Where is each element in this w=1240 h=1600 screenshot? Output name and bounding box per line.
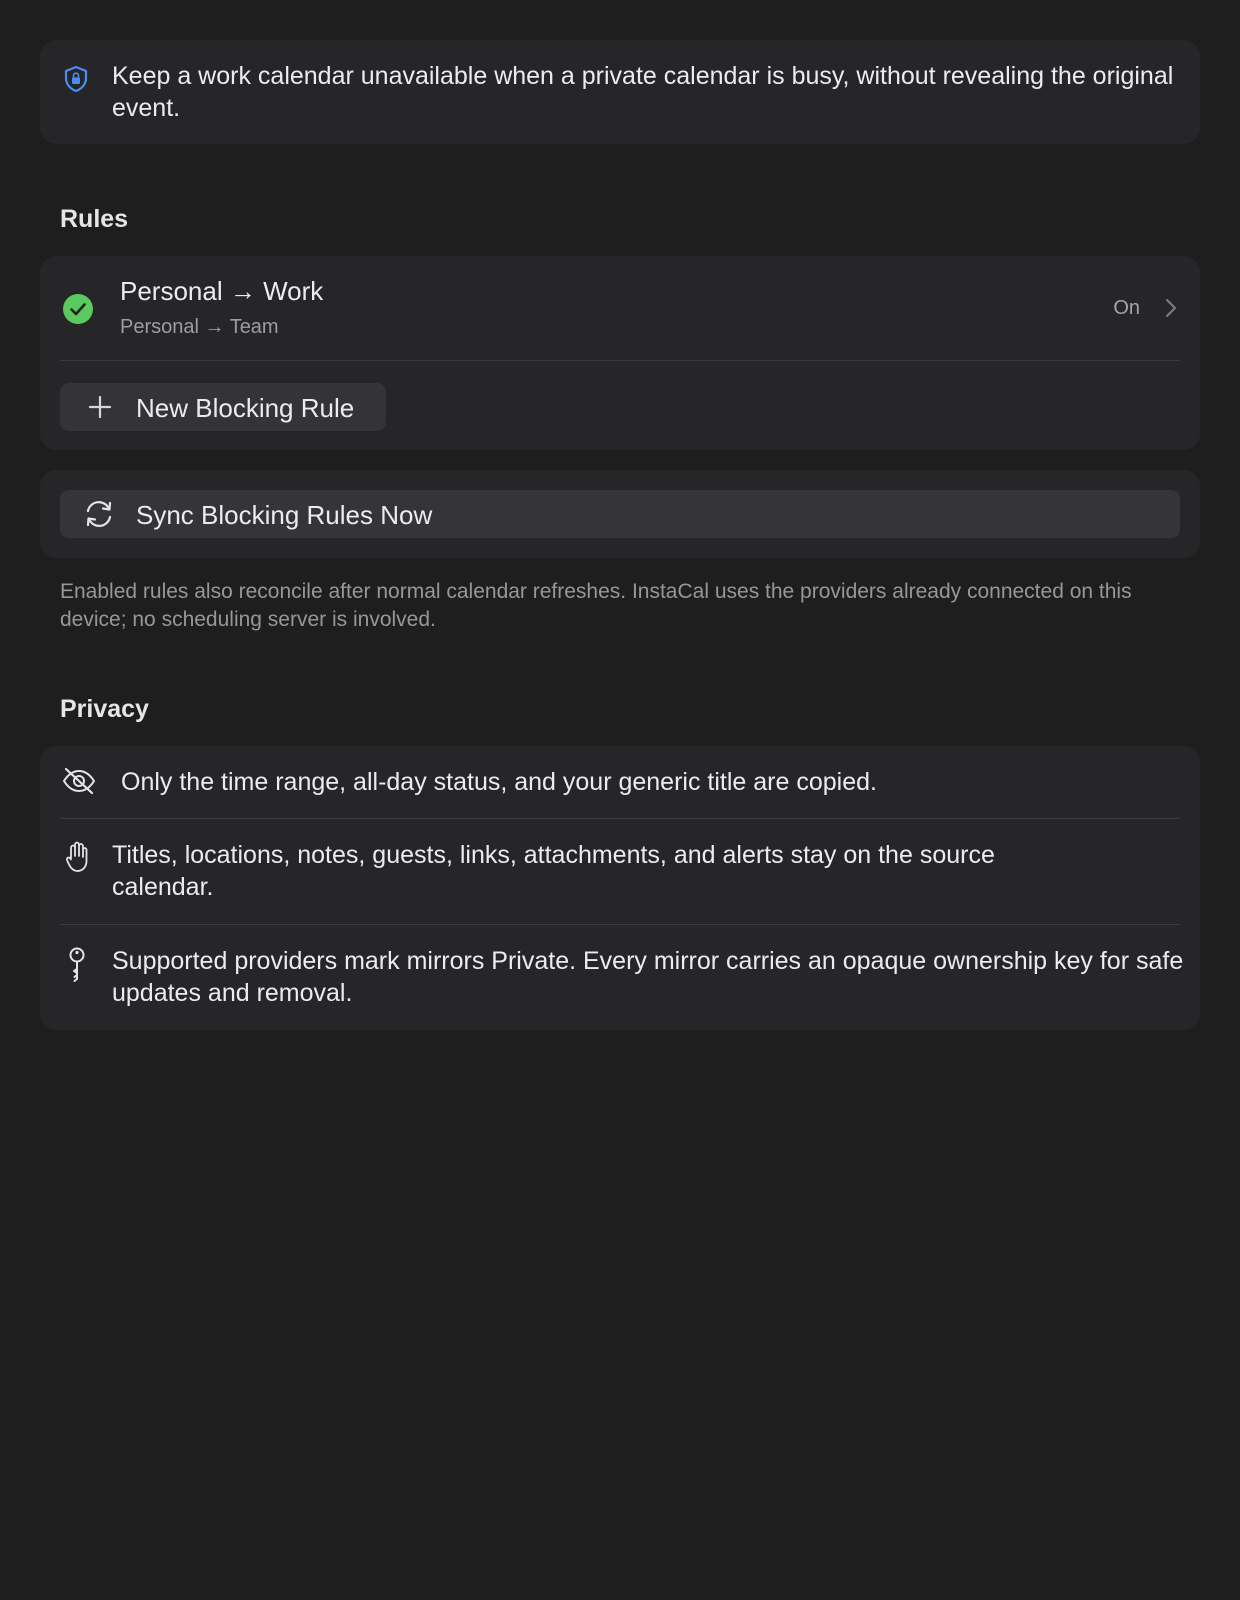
rule-subtitle: Personal → Team xyxy=(120,316,279,338)
hand-raised-icon xyxy=(65,841,88,872)
privacy-card: Only the time range, all-day status, and… xyxy=(40,746,1200,1030)
privacy-section-title: Privacy xyxy=(60,695,149,723)
rules-section-title: Rules xyxy=(60,205,129,233)
rule-status: On xyxy=(1113,297,1140,319)
new-blocking-rule-button[interactable]: New Blocking Rule xyxy=(60,383,386,431)
eye-slash-icon xyxy=(62,767,96,795)
sync-blocking-rules-label: Sync Blocking Rules Now xyxy=(136,500,433,530)
checkmark-circle-icon xyxy=(63,294,93,324)
settings-page: Keep a work calendar unavailable when a … xyxy=(0,0,1240,1600)
shield-lock-icon xyxy=(64,65,88,93)
intro-card: Keep a work calendar unavailable when a … xyxy=(40,40,1200,144)
new-blocking-rule-label: New Blocking Rule xyxy=(136,393,355,423)
privacy-item: Titles, locations, notes, guests, links,… xyxy=(40,819,1200,923)
privacy-item-text: Only the time range, all-day status, and… xyxy=(121,768,877,796)
divider xyxy=(60,360,1180,361)
rules-card: Personal → Work Personal → Team On New B… xyxy=(40,256,1200,450)
intro-text: Keep a work calendar unavailable when a … xyxy=(112,62,1174,122)
sync-card: Sync Blocking Rules Now xyxy=(40,470,1200,558)
privacy-item: Supported providers mark mirrors Private… xyxy=(40,925,1200,1030)
rule-row[interactable]: Personal → Work Personal → Team On xyxy=(40,256,1200,360)
privacy-item-text: Supported providers mark mirrors Private… xyxy=(112,947,1184,1007)
chevron-right-icon xyxy=(1165,298,1177,318)
sync-blocking-rules-button[interactable]: Sync Blocking Rules Now xyxy=(60,490,1180,538)
sync-footnote: Enabled rules also reconcile after norma… xyxy=(60,580,1132,631)
sync-arrows-icon xyxy=(86,501,112,527)
key-icon xyxy=(69,947,85,982)
plus-icon xyxy=(88,395,112,419)
privacy-item-text: Titles, locations, notes, guests, links,… xyxy=(112,841,995,901)
rule-title: Personal → Work xyxy=(120,276,324,306)
privacy-item: Only the time range, all-day status, and… xyxy=(40,746,1200,818)
